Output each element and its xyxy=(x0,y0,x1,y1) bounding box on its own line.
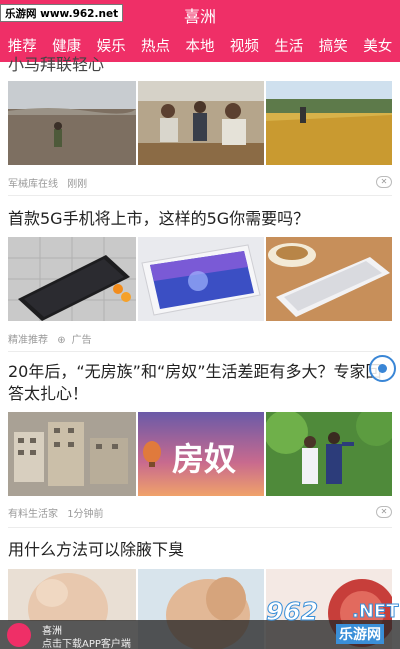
news-title: 20年后，“无房族”和“房奴”生活差距有多大？专家回答太扎心！ xyxy=(8,362,382,403)
news-thumbnail xyxy=(266,81,392,165)
news-item[interactable]: 小马拜联轻心 军械库在线 刚刚 ✕ xyxy=(0,50,400,192)
news-time: 1分钟前 xyxy=(67,509,104,520)
ad-label-icon: ⊕ xyxy=(57,335,66,346)
scroll-top-icon[interactable] xyxy=(369,355,396,382)
news-meta: 精准推荐 ⊕ 广告 xyxy=(8,331,98,346)
news-title: 首款5G手机将上市，这样的5G你需要吗？ xyxy=(8,209,310,228)
news-source: 军械库在线 xyxy=(8,179,58,190)
news-thumbnail xyxy=(8,81,136,165)
news-thumbnail xyxy=(8,412,136,496)
banner-subtitle: 点击下载APP客户端 xyxy=(42,639,131,649)
news-meta: 军械库在线 刚刚 xyxy=(8,175,93,190)
news-thumbnail xyxy=(138,237,264,321)
app-logo-icon xyxy=(7,623,31,647)
dismiss-icon[interactable]: ✕ xyxy=(376,506,392,518)
ad-label: 广告 xyxy=(71,335,92,346)
watermark-tld: .NET xyxy=(351,601,399,623)
news-item[interactable]: 20年后，“无房族”和“房奴”生活差距有多大？专家回答太扎心！ 房奴 有料生活家… xyxy=(0,352,400,524)
news-thumbnail: 房奴 xyxy=(138,412,264,496)
news-source: 有料生活家 xyxy=(8,509,58,520)
news-thumbnail xyxy=(138,81,264,165)
watermark-name: 乐游网 xyxy=(336,624,384,644)
news-meta: 有料生活家 1分钟前 xyxy=(8,505,110,520)
news-thumbnail xyxy=(8,237,136,321)
news-title: 用什么方法可以除腋下臭 xyxy=(8,540,185,559)
news-title: 小马拜联轻心 xyxy=(8,55,105,74)
news-thumbnail xyxy=(266,237,392,321)
dismiss-icon[interactable]: ✕ xyxy=(376,176,392,188)
thumbnail-calligraphy: 房奴 xyxy=(172,440,236,478)
news-thumbnail xyxy=(266,412,392,496)
watermark-number: 962 xyxy=(265,597,319,627)
news-time: 刚刚 xyxy=(67,179,88,190)
site-watermark-logo: 962 .NET 乐游网 xyxy=(262,597,399,647)
news-source: 精准推荐 xyxy=(8,335,48,346)
news-item[interactable]: 首款5G手机将上市，这样的5G你需要吗？ 精准推荐 ⊕ 广告 xyxy=(0,196,400,348)
watermark-site-label: 乐游网 www.962.net xyxy=(0,4,124,22)
